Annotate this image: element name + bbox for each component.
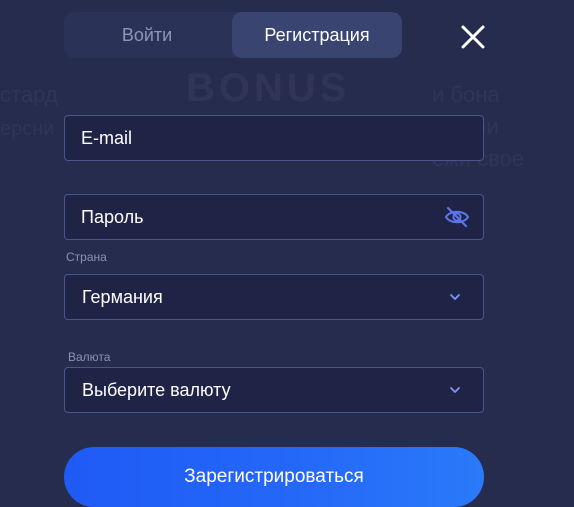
chevron-down-icon [450,294,460,300]
close-button[interactable] [458,22,488,52]
country-label: Страна [66,250,107,264]
email-input[interactable] [65,116,451,160]
chevron-down-icon [450,387,460,393]
background-decor-text: ерсни [0,118,55,140]
currency-value: Выберите валюту [82,380,231,400]
country-select[interactable]: Германия [64,274,484,320]
background-decor-text: BONUS [186,66,351,110]
tab-register[interactable]: Регистрация [232,12,402,58]
email-field [64,115,484,161]
currency-label: Валюта [68,350,111,364]
tab-login[interactable]: Войти [64,12,230,58]
close-icon [461,25,485,49]
eye-off-icon [444,207,470,227]
password-input[interactable] [65,195,451,239]
background-decor-text: и бона [432,82,500,107]
password-visibility-toggle[interactable] [444,205,470,229]
country-value: Германия [82,287,163,307]
auth-tabs: Войти Регистрация [64,12,402,58]
register-button[interactable]: Зарегистрироваться [64,447,484,507]
background-decor-text: стард [0,82,58,107]
password-field [64,194,484,240]
currency-select[interactable]: Выберите валюту [64,367,484,413]
